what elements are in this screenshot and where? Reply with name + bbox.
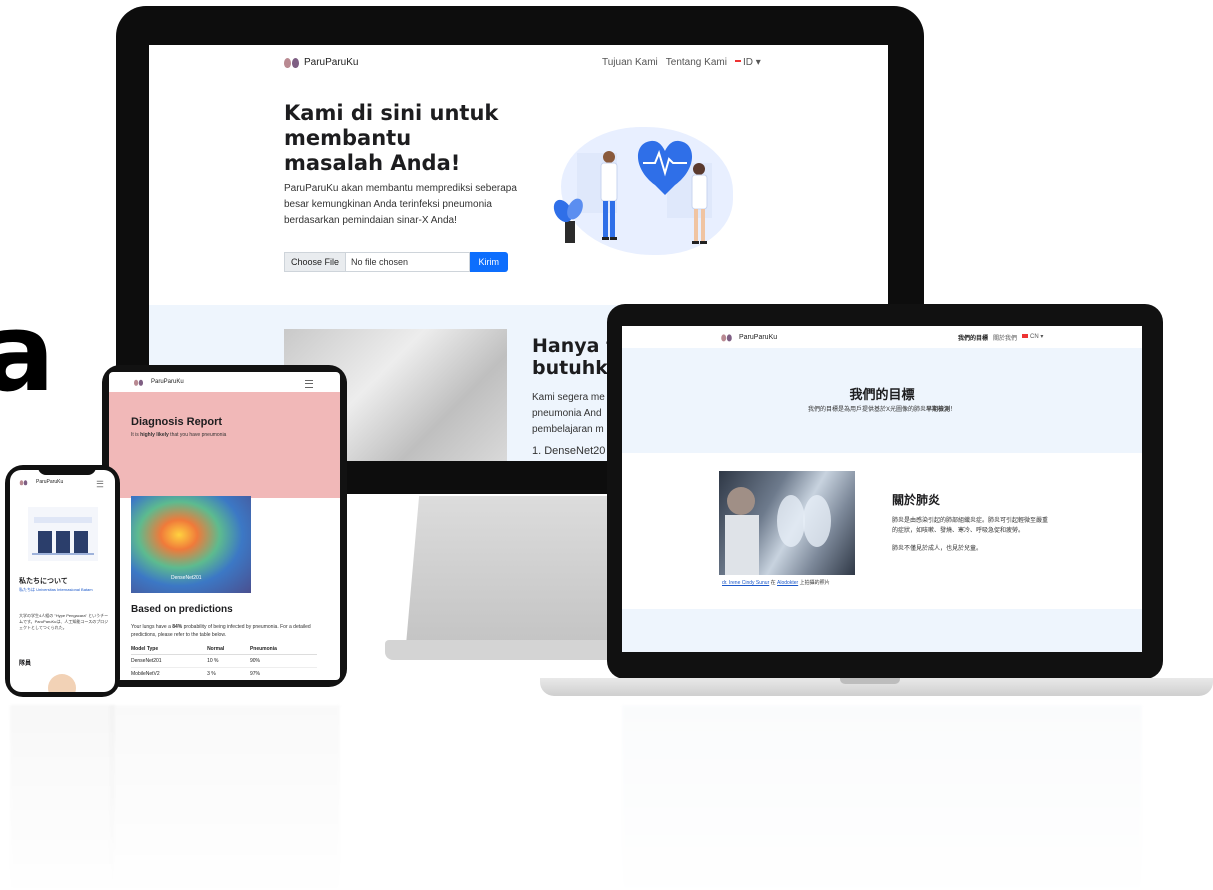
nav-link-goal[interactable]: Tujuan Kami — [602, 57, 658, 68]
table-cell: 10 % — [207, 654, 250, 668]
university-link[interactable]: 私たちは Universitas Internasional Batam — [19, 587, 107, 593]
about-us-text: 大学の学生4人組の "Hype Pengacara" というチームです。Paru… — [19, 613, 109, 630]
language-dropdown[interactable]: ID ▾ — [734, 56, 761, 68]
about-pneumonia-text: 肺炎是由感染引起的肺部組織炎症。肺炎可引起輕微至嚴重的症狀，如咳嗽、發燒、寒冷、… — [892, 518, 1049, 552]
tablet-screen: ParuParuKu Diagnosis Report It is highly… — [109, 372, 340, 680]
diagnosis-banner — [109, 392, 340, 498]
nav-link-about[interactable]: 關於我們 — [993, 333, 1017, 342]
brand[interactable]: ParuParuKu — [719, 332, 777, 343]
doctors-illustration — [547, 123, 733, 259]
goal-title: 我們的目標 — [849, 387, 915, 402]
caption-author-link[interactable]: dr. Irene Cindy Sunur — [722, 580, 769, 586]
doctors-heart-icon — [553, 140, 712, 244]
predictions-table: Model Type Normal Pneumonia DenseNet201 … — [131, 644, 317, 680]
file-status: No file chosen — [346, 252, 470, 272]
team-people-icon — [32, 517, 94, 555]
member-avatar — [48, 674, 76, 692]
brand[interactable]: ParuParuKu — [131, 377, 184, 388]
table-cell: 90% — [249, 654, 317, 668]
table-cell: MobileNetV2 — [131, 667, 208, 680]
background-letter: a — [0, 291, 55, 416]
phone-reflection — [10, 705, 115, 890]
predictions-text: Your lungs have a 84% probability of bei… — [131, 624, 311, 638]
hero-description: ParuParuKu akan membantu memprediksi seb… — [284, 183, 517, 226]
hamburger-menu-icon[interactable] — [305, 380, 313, 388]
tablet-reflection — [109, 705, 340, 890]
monitor-stand — [405, 496, 640, 656]
phone-navbar: ParuParuKu — [10, 475, 115, 489]
heatmap-label: DenseNet201 — [171, 575, 202, 581]
team-illustration — [28, 507, 98, 561]
lungs-logo-icon — [19, 479, 28, 485]
table-row: DenseNet201 10 % 90% — [131, 654, 317, 668]
chevron-down-icon: ▾ — [755, 56, 761, 68]
brand[interactable]: ParuParuKu — [284, 57, 358, 68]
table-row: MobileNetV2 3 % 97% — [131, 667, 317, 680]
laptop-screen: ParuParuKu 我們的目標 關於我們 CN ▾ 我們的目標 我們的目標是為… — [622, 326, 1142, 652]
xray-doctor-photo — [719, 471, 855, 575]
submit-button[interactable]: Kirim — [469, 252, 508, 272]
predictions-title: Based on predictions — [131, 604, 233, 615]
table-cell: 3 % — [207, 667, 250, 680]
table-cell: DenseNet201 — [131, 654, 208, 668]
indonesia-flag-icon — [734, 59, 741, 64]
table-header: Pneumonia — [249, 644, 317, 655]
hero-title: Kami di sini untuk membantu masalah Anda… — [284, 101, 499, 175]
upload-form: Choose File No file chosen Kirim — [284, 252, 508, 272]
tablet-navbar: ParuParuKu — [109, 372, 340, 392]
laptop-navbar: ParuParuKu 我們的目標 關於我們 CN ▾ — [622, 326, 1142, 348]
nav-link-about[interactable]: Tentang Kami — [666, 57, 727, 68]
language-dropdown[interactable]: CN ▾ — [1022, 333, 1043, 342]
lower-band — [622, 609, 1142, 652]
desktop-navbar: ParuParuKu Tujuan Kami Tentang Kami ID ▾ — [149, 45, 888, 79]
hamburger-menu-icon[interactable] — [96, 480, 104, 488]
table-header: Normal — [207, 644, 250, 655]
xray-lungs-icon — [725, 487, 831, 575]
nav-link-goal[interactable]: 我們的目標 — [958, 333, 988, 342]
table-header: Model Type — [131, 644, 208, 655]
lungs-logo-icon — [134, 379, 143, 386]
caption-source-link[interactable]: Alodokter — [777, 580, 798, 586]
model-list-item: 1. DenseNet20 — [532, 445, 606, 457]
china-flag-icon — [1022, 333, 1029, 338]
brand-name: ParuParuKu — [304, 56, 359, 68]
laptop-notch — [840, 678, 900, 684]
phone-screen: ParuParuKu 私たちについて 私たちは Universitas Inte… — [10, 470, 115, 692]
about-us-title: 私たちについて — [19, 578, 68, 585]
laptop-reflection — [622, 705, 1142, 890]
diagnosis-subtitle: It is highly likely that you have pneumo… — [131, 432, 227, 438]
lungs-logo-icon — [284, 57, 299, 68]
brand-name: ParuParuKu — [739, 333, 778, 341]
table-header-row: Model Type Normal Pneumonia — [131, 644, 317, 655]
brand-name: ParuParuKu — [36, 479, 64, 485]
diagnosis-title: Diagnosis Report — [131, 416, 223, 428]
chevron-down-icon: ▾ — [1040, 333, 1044, 340]
table-cell: 97% — [249, 667, 317, 680]
members-title: 隊員 — [19, 661, 32, 667]
lungs-logo-icon — [721, 333, 732, 341]
goal-subtitle: 我們的目標是為用戶提供基於X光圖像的肺炎早期檢測！ — [807, 407, 957, 413]
photo-caption: dr. Irene Cindy Sunur 在 Alodokter 上拍攝的照片 — [722, 580, 830, 586]
brand[interactable]: ParuParuKu — [16, 477, 63, 488]
choose-file-button[interactable]: Choose File — [284, 252, 347, 272]
brand-name: ParuParuKu — [151, 379, 184, 385]
phone-notch — [38, 465, 96, 475]
about-pneumonia-title: 關於肺炎 — [892, 493, 941, 507]
